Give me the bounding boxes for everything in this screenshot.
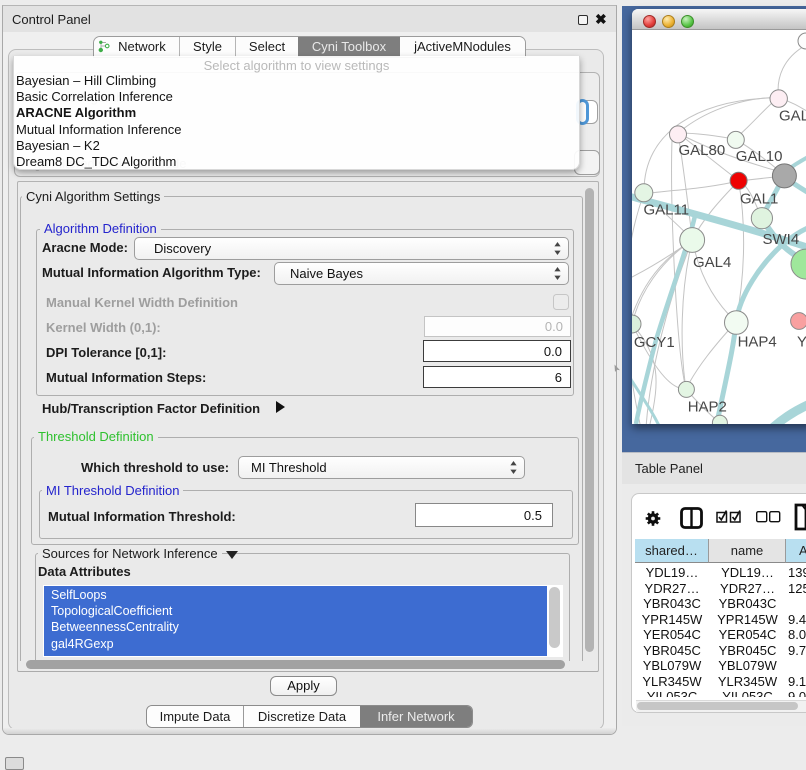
svg-text:GCY1: GCY1 [634,334,675,351]
svg-text:GAL80: GAL80 [679,142,726,159]
svg-text:GAL2: GAL2 [779,108,806,125]
svg-text:HAP4: HAP4 [738,334,777,351]
svg-text:GAL4: GAL4 [693,254,731,271]
svg-text:GAL1: GAL1 [740,191,778,208]
svg-text:YD: YD [797,334,806,351]
svg-text:HAP2: HAP2 [688,399,727,416]
svg-text:SWI4: SWI4 [763,231,800,248]
svg-text:GAL10: GAL10 [736,148,783,165]
svg-text:GAL11: GAL11 [644,202,690,219]
